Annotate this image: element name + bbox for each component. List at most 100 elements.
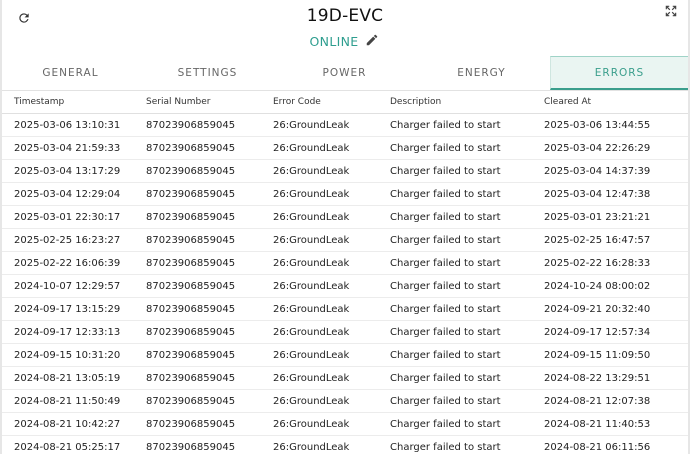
table-row[interactable]: 2024-09-17 13:15:29 87023906859045 26:Grou…	[2, 297, 688, 321]
status-row: ONLINE	[2, 33, 688, 49]
table-row[interactable]: 2024-09-15 10:31:20 87023906859045 26:Grou…	[2, 343, 688, 367]
errors-table: Timestamp Serial Number Error Code Descr…	[2, 91, 688, 454]
table-row[interactable]: 2025-02-22 16:06:39 87023906859045 26:Grou…	[2, 251, 688, 275]
description-cell: Charger failed to start	[390, 366, 544, 390]
cleared-at-cell: 2025-03-04 22:26:29	[544, 136, 688, 160]
serial-number-cell: 87023906859045	[146, 113, 273, 137]
serial-number-cell: 87023906859045	[146, 412, 273, 436]
table-header-row: Timestamp Serial Number Error Code Descr…	[2, 91, 688, 114]
description-cell: Charger failed to start	[390, 412, 544, 436]
serial-number-cell: 87023906859045	[146, 182, 273, 206]
serial-number-cell: 87023906859045	[146, 297, 273, 321]
timestamp-cell: 2025-03-04 13:17:29	[2, 159, 146, 183]
cleared-at-cell: 2025-03-06 13:44:55	[544, 113, 688, 137]
timestamp-cell: 2024-08-21 11:50:49	[2, 389, 146, 413]
cleared-at-cell: 2024-10-24 08:00:02	[544, 274, 688, 298]
table-row[interactable]: 2025-03-04 13:17:29 87023906859045 26:Grou…	[2, 159, 688, 183]
error-code-cell: 26:GroundLeak	[273, 251, 390, 275]
table-row[interactable]: 2024-08-21 05:25:17 87023906859045 26:Grou…	[2, 435, 688, 454]
description-cell: Charger failed to start	[390, 113, 544, 137]
tab-general[interactable]: GENERAL	[2, 56, 139, 90]
serial-number-cell: 87023906859045	[146, 159, 273, 183]
description-cell: Charger failed to start	[390, 320, 544, 344]
table-row[interactable]: 2025-03-04 21:59:33 87023906859045 26:Grou…	[2, 136, 688, 160]
tab-energy[interactable]: ENERGY	[413, 56, 550, 90]
error-code-cell: 26:GroundLeak	[273, 205, 390, 229]
timestamp-cell: 2025-02-22 16:06:39	[2, 251, 146, 275]
charger-panel: 19D-EVC ONLINE GENERAL SETTINGS POWER EN…	[0, 0, 690, 454]
serial-number-cell: 87023906859045	[146, 228, 273, 252]
table-row[interactable]: 2024-08-21 11:50:49 87023906859045 26:Grou…	[2, 389, 688, 413]
error-code-cell: 26:GroundLeak	[273, 435, 390, 454]
description-cell: Charger failed to start	[390, 182, 544, 206]
table-row[interactable]: 2024-09-17 12:33:13 87023906859045 26:Grou…	[2, 320, 688, 344]
cleared-at-cell: 2025-02-25 16:47:57	[544, 228, 688, 252]
table-row[interactable]: 2024-08-21 10:42:27 87023906859045 26:Grou…	[2, 412, 688, 436]
serial-number-cell: 87023906859045	[146, 251, 273, 275]
timestamp-cell: 2024-09-15 10:31:20	[2, 343, 146, 367]
cleared-at-cell: 2024-08-22 13:29:51	[544, 366, 688, 390]
column-header-timestamp[interactable]: Timestamp	[2, 91, 146, 114]
timestamp-cell: 2025-03-04 12:29:04	[2, 182, 146, 206]
description-cell: Charger failed to start	[390, 205, 544, 229]
description-cell: Charger failed to start	[390, 159, 544, 183]
table-row[interactable]: 2025-03-01 22:30:17 87023906859045 26:Grou…	[2, 205, 688, 229]
cleared-at-cell: 2024-08-21 12:07:38	[544, 389, 688, 413]
description-cell: Charger failed to start	[390, 274, 544, 298]
timestamp-cell: 2024-10-07 12:29:57	[2, 274, 146, 298]
table-row[interactable]: 2025-03-06 13:10:31 87023906859045 26:Grou…	[2, 113, 688, 137]
expand-icon	[664, 3, 678, 22]
description-cell: Charger failed to start	[390, 389, 544, 413]
edit-button[interactable]	[364, 33, 380, 49]
tab-power[interactable]: POWER	[276, 56, 413, 90]
table-row[interactable]: 2025-03-04 12:29:04 87023906859045 26:Grou…	[2, 182, 688, 206]
tab-settings[interactable]: SETTINGS	[139, 56, 276, 90]
table-row[interactable]: 2024-08-21 13:05:19 87023906859045 26:Grou…	[2, 366, 688, 390]
column-header-cleared-at[interactable]: Cleared At	[544, 91, 688, 114]
cleared-at-cell: 2025-03-04 12:47:38	[544, 182, 688, 206]
serial-number-cell: 87023906859045	[146, 274, 273, 298]
table-row[interactable]: 2025-02-25 16:23:27 87023906859045 26:Grou…	[2, 228, 688, 252]
error-code-cell: 26:GroundLeak	[273, 343, 390, 367]
description-cell: Charger failed to start	[390, 228, 544, 252]
cleared-at-cell: 2024-09-15 11:09:50	[544, 343, 688, 367]
cleared-at-cell: 2024-08-21 11:40:53	[544, 412, 688, 436]
pencil-icon	[365, 32, 379, 51]
timestamp-cell: 2024-09-17 13:15:29	[2, 297, 146, 321]
timestamp-cell: 2025-03-01 22:30:17	[2, 205, 146, 229]
serial-number-cell: 87023906859045	[146, 136, 273, 160]
timestamp-cell: 2024-08-21 10:42:27	[2, 412, 146, 436]
timestamp-cell: 2024-08-21 05:25:17	[2, 435, 146, 454]
error-code-cell: 26:GroundLeak	[273, 113, 390, 137]
timestamp-cell: 2025-03-06 13:10:31	[2, 113, 146, 137]
online-status: ONLINE	[309, 33, 359, 49]
serial-number-cell: 87023906859045	[146, 435, 273, 454]
table-body: 2025-03-06 13:10:31 87023906859045 26:Grou…	[2, 113, 688, 454]
description-cell: Charger failed to start	[390, 251, 544, 275]
timestamp-cell: 2025-02-25 16:23:27	[2, 228, 146, 252]
expand-button[interactable]	[662, 3, 680, 21]
error-code-cell: 26:GroundLeak	[273, 412, 390, 436]
description-cell: Charger failed to start	[390, 435, 544, 454]
serial-number-cell: 87023906859045	[146, 205, 273, 229]
column-header-description[interactable]: Description	[390, 91, 544, 114]
description-cell: Charger failed to start	[390, 136, 544, 160]
error-code-cell: 26:GroundLeak	[273, 228, 390, 252]
table-row[interactable]: 2024-10-07 12:29:57 87023906859045 26:Grou…	[2, 274, 688, 298]
timestamp-cell: 2025-03-04 21:59:33	[2, 136, 146, 160]
tab-bar: GENERAL SETTINGS POWER ENERGY ERRORS	[2, 56, 688, 91]
charger-title: 19D-EVC	[306, 6, 384, 26]
column-header-serial-number[interactable]: Serial Number	[146, 91, 273, 114]
error-code-cell: 26:GroundLeak	[273, 182, 390, 206]
error-code-cell: 26:GroundLeak	[273, 389, 390, 413]
description-cell: Charger failed to start	[390, 297, 544, 321]
cleared-at-cell: 2024-08-21 06:11:56	[544, 435, 688, 454]
tab-errors[interactable]: ERRORS	[550, 56, 688, 90]
cleared-at-cell: 2025-03-04 14:37:39	[544, 159, 688, 183]
serial-number-cell: 87023906859045	[146, 366, 273, 390]
error-code-cell: 26:GroundLeak	[273, 297, 390, 321]
error-code-cell: 26:GroundLeak	[273, 274, 390, 298]
serial-number-cell: 87023906859045	[146, 389, 273, 413]
serial-number-cell: 87023906859045	[146, 343, 273, 367]
column-header-error-code[interactable]: Error Code	[273, 91, 390, 114]
